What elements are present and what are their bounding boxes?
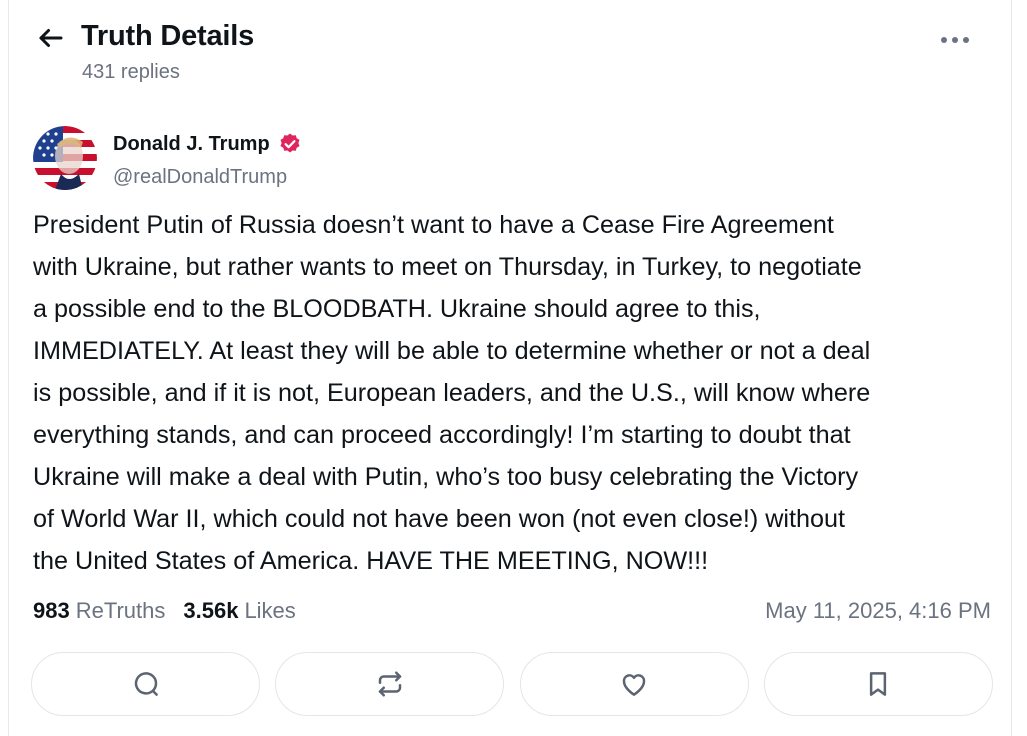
action-bar xyxy=(31,652,993,718)
like-icon xyxy=(622,674,646,696)
page-header: Truth Details 431 replies xyxy=(9,0,1011,100)
likes-count: 3.56k xyxy=(183,598,239,623)
retruth-icon xyxy=(378,671,402,697)
likes-label: Likes xyxy=(244,598,296,623)
more-horizontal-icon xyxy=(941,37,969,43)
post-stats: 983 ReTruths 3.56k Likes May 11, 2025, 4… xyxy=(33,596,991,626)
reply-icon xyxy=(134,672,158,696)
retruths-label: ReTruths xyxy=(75,598,166,623)
bookmark-button[interactable] xyxy=(763,652,993,716)
back-button[interactable] xyxy=(35,22,67,54)
page-title: Truth Details xyxy=(81,20,255,52)
retruths-count: 983 xyxy=(33,598,70,623)
arrow-left-icon xyxy=(39,29,63,47)
bookmark-icon xyxy=(870,672,887,696)
reply-count: 431 replies xyxy=(82,61,180,83)
post-timestamp: May 11, 2025, 4:16 PM xyxy=(765,598,991,623)
author-name[interactable]: Donald J. Trump xyxy=(113,132,302,156)
retruths-stat[interactable]: 983 ReTruths xyxy=(33,598,165,624)
likes-stat[interactable]: 3.56k Likes xyxy=(183,598,295,624)
reply-button[interactable] xyxy=(31,652,260,716)
more-options-button[interactable] xyxy=(935,26,975,54)
verified-badge-icon xyxy=(280,133,300,153)
like-button[interactable] xyxy=(519,652,749,716)
author-handle[interactable]: @realDonaldTrump xyxy=(113,166,287,189)
post-text: President Putin of Russia doesn’t want t… xyxy=(33,211,871,575)
retruth-button[interactable] xyxy=(275,652,505,716)
post-detail-panel: Truth Details 431 replies Donald J. Trum… xyxy=(8,0,1012,736)
author-name-text: Donald J. Trump xyxy=(113,132,270,155)
avatar[interactable] xyxy=(33,126,97,190)
post-author: Donald J. Trump @realDonaldTrump xyxy=(31,126,631,192)
